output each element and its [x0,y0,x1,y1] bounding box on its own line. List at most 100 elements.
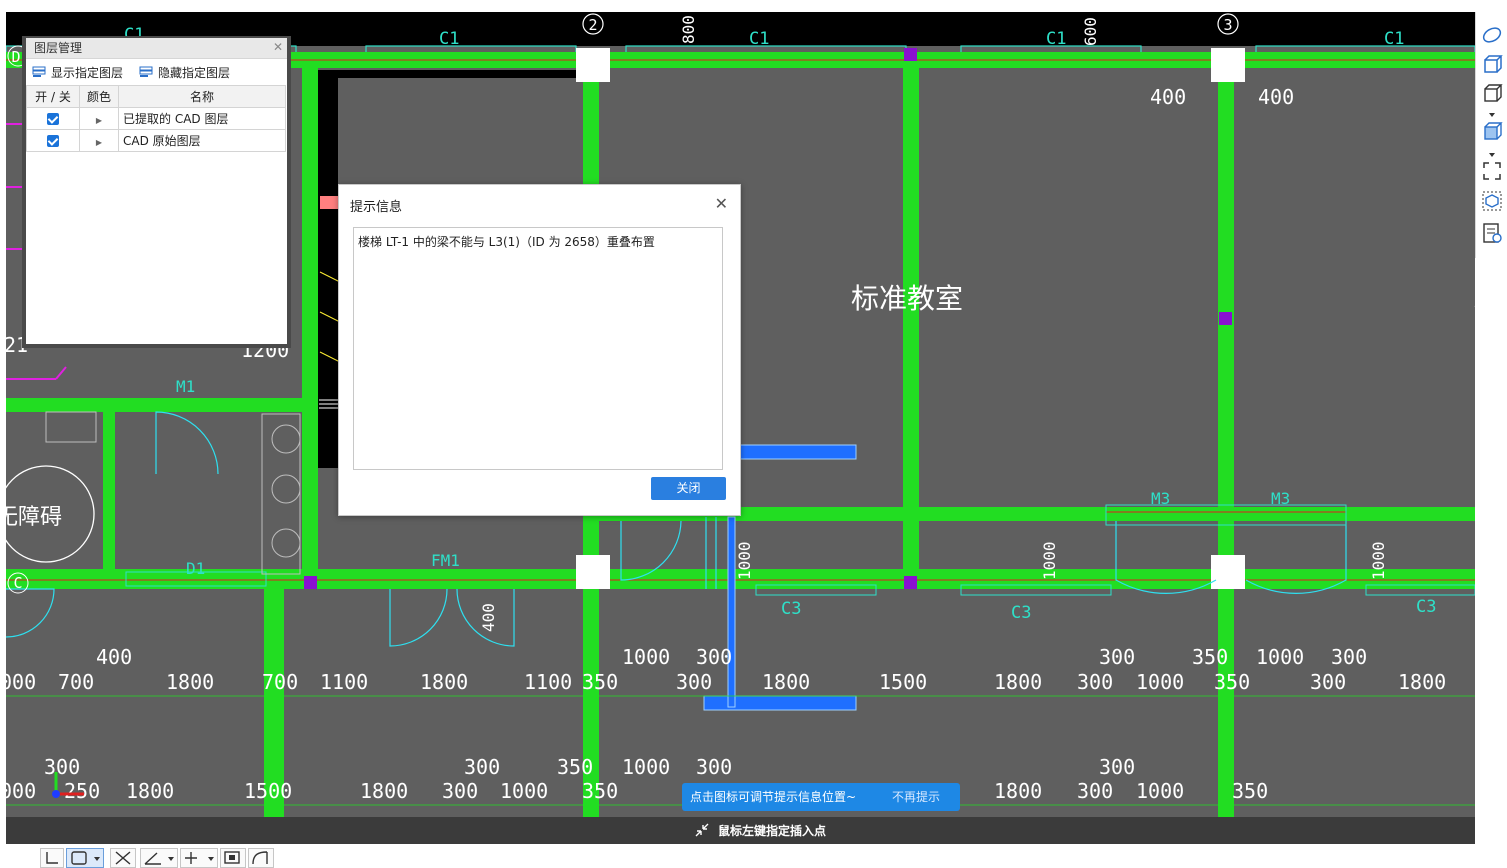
layer-name: 已提取的 CAD 图层 [118,107,286,130]
close-icon[interactable]: ✕ [715,194,728,213]
layer-checkbox[interactable] [47,135,59,147]
chevron-down-icon[interactable] [1481,144,1503,157]
show-layer-label: 显示指定图层 [51,65,124,80]
dim-text: 1800 [762,670,810,694]
dim-text: 350 [557,755,593,779]
col-onoff: 开 / 关 [26,85,80,108]
properties-icon[interactable] [1481,222,1503,244]
table-row[interactable]: ▶ CAD 原始图层 [26,129,286,152]
dim-text: 1800 [994,670,1042,694]
close-button[interactable]: 关闭 [651,477,726,500]
dim-text: 000 [6,779,36,803]
lower-window-label: C3 [781,599,801,619]
offset-icon[interactable] [180,848,218,868]
dim-text: 300 [1077,670,1113,694]
tip-text: 点击图标可调节提示信息位置~ [690,790,857,804]
position-tip[interactable]: 点击图标可调节提示信息位置~ 不再提示 [682,783,960,811]
dim-text: 300 [1099,645,1135,669]
show-layer-button[interactable]: 显示指定图层 [32,64,123,81]
chevron-down-icon[interactable] [1481,104,1503,117]
dim-text: 300 [676,670,712,694]
dim-text: 000 [6,670,36,694]
hide-layer-button[interactable]: 隐藏指定图层 [139,64,230,81]
dim-text: 350 [582,670,618,694]
dialog-message: 楼梯 LT-1 中的梁不能与 L3(1)（ID 为 2658）重叠布置 [353,227,723,470]
close-icon[interactable]: ✕ [273,40,283,54]
command-status-bar: 鼠标左键指定插入点 [6,817,1475,844]
table-row[interactable]: ▶ 已提取的 CAD 图层 [26,107,286,130]
axis-label: 3 [1223,16,1232,34]
dim-text: 300 [464,755,500,779]
cross-icon[interactable] [110,848,136,868]
orbit-icon[interactable] [1481,24,1503,46]
dim-text: 1800 [360,779,408,803]
window-label: C1 [749,29,769,49]
status-prompt: 鼠标左键指定插入点 [718,824,827,838]
dim-vertical: 800 [679,15,698,44]
cube-view-icon[interactable] [1481,82,1503,104]
dim-text: 350 [1192,645,1228,669]
dim-text: 1800 [166,670,214,694]
dim-text: 1000 [1136,670,1184,694]
dim-text: 300 [1310,670,1346,694]
dim-text: 1100 [320,670,368,694]
window-label: C1 [1384,29,1404,49]
door-label: M3 [1271,489,1290,508]
accessible-label: 无障碍 [6,505,62,530]
layer-manager-panel: 图层管理 ✕ 显示指定图层 隐藏指定图层 开 / 关 颜色 名称 ▶ 已提取的 … [22,36,291,348]
view-3d-icon[interactable] [1481,54,1503,76]
expand-arrow-icon[interactable]: ▶ [96,138,102,147]
dim-text: 700 [58,670,94,694]
dim-text: 1000 [1136,779,1184,803]
dim-text: 250 [64,779,100,803]
dim-vertical: 1000 [1369,541,1388,580]
dismiss-tip-button[interactable]: 不再提示 [892,783,940,811]
view-toolbar [1475,12,1507,258]
dim-text: 1800 [126,779,174,803]
dim-text: 300 [44,755,80,779]
layer-checkbox[interactable] [47,113,59,125]
dim-text: 300 [1099,755,1135,779]
dim-text: 1800 [994,779,1042,803]
dim-text: 1500 [879,670,927,694]
dim-text: 1000 [622,645,670,669]
hide-layer-label: 隐藏指定图层 [158,65,231,80]
collapse-icon[interactable] [694,822,710,838]
dim-text: 300 [1077,779,1113,803]
axis-label: D [11,48,20,66]
dim-text: 1000 [1256,645,1304,669]
fullscreen-icon[interactable] [1481,160,1503,182]
dim-text: 300 [442,779,478,803]
message-dialog: 提示信息 ✕ 楼梯 LT-1 中的梁不能与 L3(1)（ID 为 2658）重叠… [338,184,741,516]
angle-icon[interactable] [140,848,178,868]
lower-window-label: C3 [1416,597,1436,617]
layer-panel-title: 图层管理 [26,38,287,59]
axis-label: 2 [588,16,597,34]
door-label: M3 [1151,489,1170,508]
ortho-icon[interactable] [40,848,64,868]
dim-text: 1100 [524,670,572,694]
room-label-partial: 标准 [1474,286,1475,319]
dim-text: 300 [696,645,732,669]
dim-text: 400 [96,645,132,669]
door-label: M1 [176,377,195,396]
dim-text: 300 [696,755,732,779]
solid-cube-icon[interactable] [1481,120,1503,142]
dim-vertical: 1000 [735,541,754,580]
select-rect-icon[interactable] [66,848,104,868]
dim-text: 1800 [1398,670,1446,694]
dialog-title: 提示信息 [350,200,403,215]
curve-icon[interactable] [248,848,274,868]
expand-arrow-icon[interactable]: ▶ [96,116,102,125]
display-icon[interactable] [220,848,246,868]
room-label: 标准教室 [851,282,963,315]
box-select-icon[interactable] [1481,190,1503,212]
layer-name: CAD 原始图层 [118,129,286,152]
col-color: 颜色 [79,85,119,108]
layer-table: 开 / 关 颜色 名称 ▶ 已提取的 CAD 图层 ▶ CAD 原始图层 [26,85,286,152]
axis-label: C [13,574,22,592]
dim-vertical: 400 [479,603,498,632]
dim-text: 700 [262,670,298,694]
dim-text: 300 [1331,645,1367,669]
door-label: D1 [186,559,205,578]
